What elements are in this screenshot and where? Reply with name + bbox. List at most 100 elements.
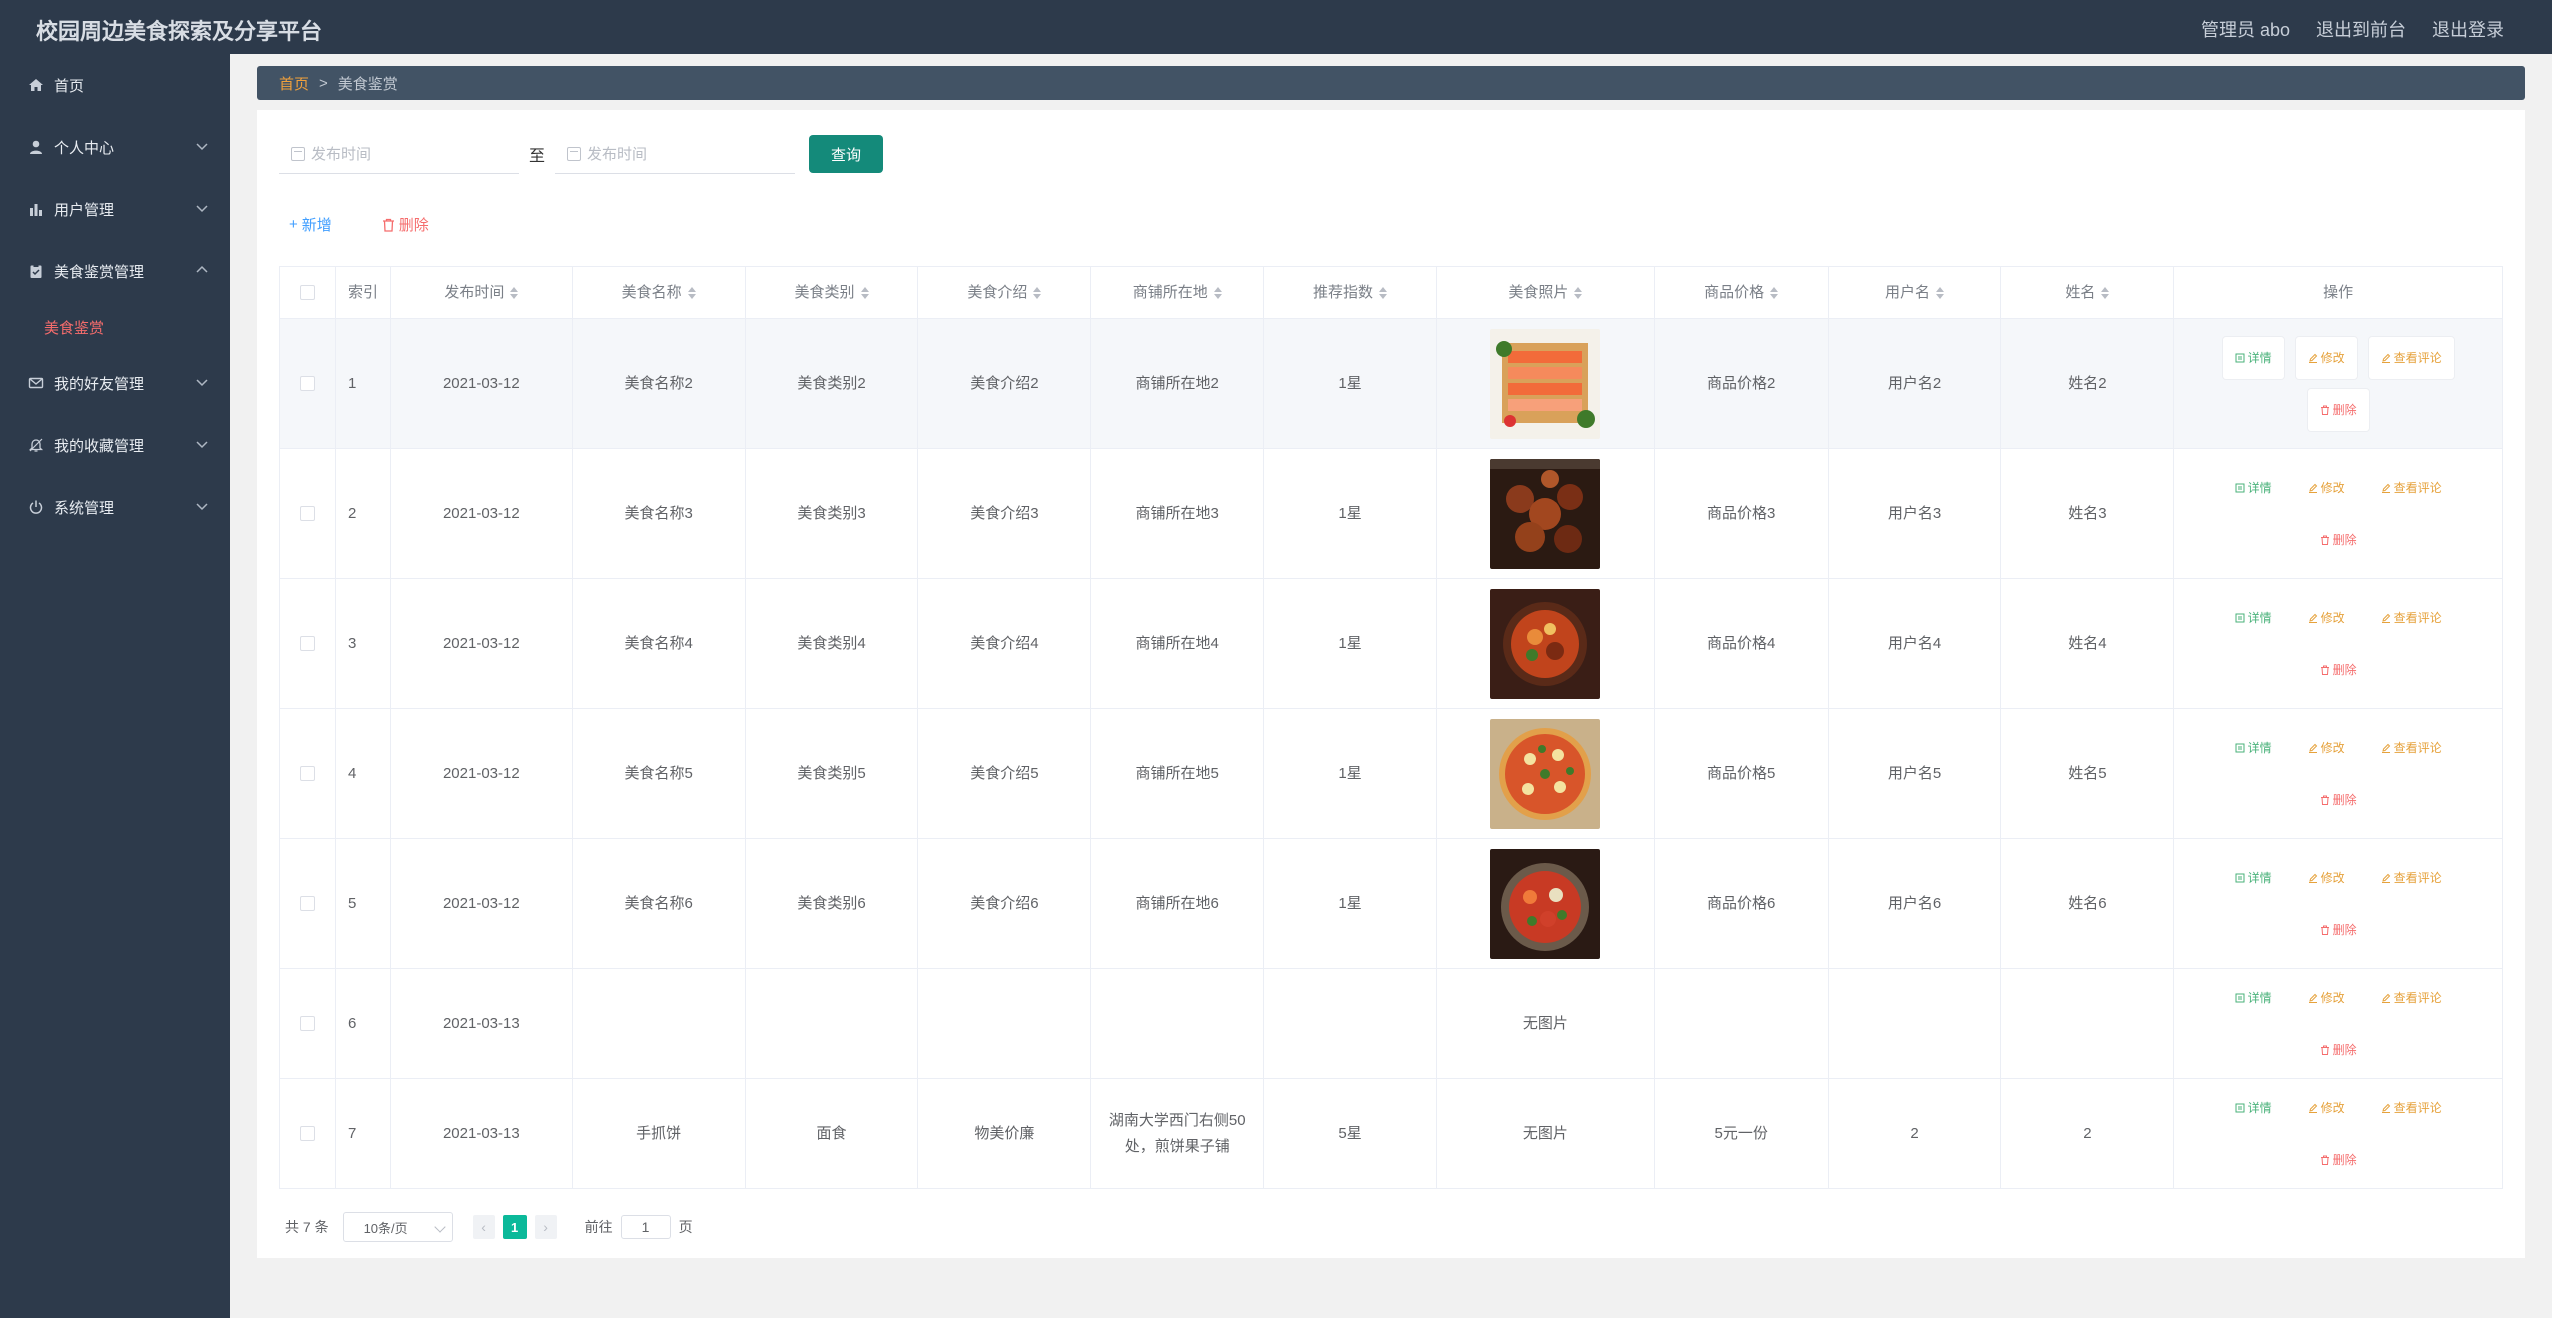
to-front-link[interactable]: 退出到前台 (2316, 16, 2406, 42)
sidebar-item-favorites[interactable]: 我的收藏管理 (0, 414, 230, 476)
sidebar-item-system[interactable]: 系统管理 (0, 476, 230, 538)
sidebar-subitem-food-review[interactable]: 美食鉴赏 (0, 302, 230, 352)
cell-food-intro: 美食介绍5 (918, 709, 1092, 839)
header-publish-date[interactable]: 发布时间 (390, 267, 573, 319)
sort-icon[interactable] (860, 286, 869, 300)
edit-button[interactable]: 修改 (2296, 467, 2357, 509)
edit-button[interactable]: 修改 (2296, 857, 2357, 899)
add-button-label: 新增 (301, 217, 332, 234)
header-realname[interactable]: 姓名 (2001, 267, 2175, 319)
row-checkbox[interactable] (299, 636, 315, 651)
header-food-name[interactable]: 美食名称 (572, 267, 746, 319)
food-photo-chili-dish[interactable] (1490, 848, 1601, 959)
view-comments-button[interactable]: 查看评论 (2369, 727, 2454, 769)
end-date-input[interactable]: 发布时间 (555, 134, 796, 174)
detail-button[interactable]: 详情 (2223, 597, 2284, 639)
sort-icon[interactable] (510, 286, 519, 300)
sort-icon[interactable] (687, 286, 696, 300)
header-rating[interactable]: 推荐指数 (1264, 267, 1437, 319)
detail-button[interactable]: 详情 (2223, 977, 2284, 1019)
cell-text: 7 (347, 1124, 357, 1142)
delete-button[interactable]: 删除 (2308, 519, 2369, 561)
goto-page-input[interactable] (620, 1215, 671, 1239)
view-comments-button[interactable]: 查看评论 (2369, 467, 2454, 509)
start-date-input[interactable]: 发布时间 (279, 134, 519, 174)
sort-icon[interactable] (2101, 286, 2110, 300)
food-photo-pizza[interactable] (1490, 718, 1601, 829)
sidebar-item-personal[interactable]: 个人中心 (0, 116, 230, 178)
edit-button[interactable]: 修改 (2296, 1087, 2357, 1129)
edit-button[interactable]: 修改 (2296, 727, 2357, 769)
next-page-button[interactable]: › (534, 1215, 557, 1239)
cell-food-category: 美食类别2 (745, 319, 919, 449)
table-row: 2 2021-03-12 美食名称3 美食类别3 美食介绍3 商铺所在地3 1星 商品价格3 用… (280, 449, 2503, 579)
row-checkbox[interactable] (299, 1016, 315, 1031)
row-checkbox[interactable] (299, 376, 315, 391)
header-food-category[interactable]: 美食类别 (745, 267, 919, 319)
pencil-icon (2381, 613, 2390, 623)
cell-text: 美食类别4 (797, 634, 866, 652)
sort-icon[interactable] (1936, 286, 1945, 300)
row-checkbox[interactable] (299, 766, 315, 781)
page-number-current[interactable]: 1 (502, 1215, 527, 1239)
cell-text: 美食介绍6 (970, 894, 1039, 912)
prev-page-button[interactable]: ‹ (472, 1215, 495, 1239)
breadcrumb-home[interactable]: 首页 (279, 73, 309, 94)
delete-button[interactable]: 删除 (2308, 1029, 2369, 1071)
query-button[interactable]: 查询 (809, 135, 884, 173)
sidebar-item-home[interactable]: 首页 (0, 54, 230, 116)
sort-icon[interactable] (1213, 286, 1222, 300)
detail-button[interactable]: 详情 (2222, 336, 2284, 379)
sidebar-item-food-review[interactable]: 美食鉴赏管理 (0, 240, 230, 302)
delete-button[interactable]: 删除 (2308, 779, 2369, 821)
delete-button[interactable]: 删除 (2308, 1139, 2369, 1181)
food-photo-sashimi[interactable] (1490, 328, 1601, 439)
edit-button[interactable]: 修改 (2295, 336, 2357, 379)
delete-button[interactable]: 删除 (2308, 909, 2369, 951)
detail-button[interactable]: 详情 (2223, 857, 2284, 899)
sidebar-item-label: 我的收藏管理 (54, 437, 145, 455)
cell-text: 商品价格3 (1707, 504, 1776, 522)
view-comments-button[interactable]: 查看评论 (2369, 857, 2454, 899)
sort-icon[interactable] (1770, 286, 1779, 300)
view-comments-button[interactable]: 查看评论 (2369, 1087, 2454, 1129)
header-shop-location[interactable]: 商铺所在地 (1091, 267, 1265, 319)
header-label: 索引 (347, 283, 378, 301)
food-photo-skewers[interactable] (1490, 458, 1601, 569)
header-label: 美食介绍 (967, 283, 1028, 301)
delete-button[interactable]: 删除 (2307, 388, 2369, 431)
view-comments-button[interactable]: 查看评论 (2369, 597, 2454, 639)
header-price[interactable]: 商品价格 (1654, 267, 1829, 319)
table-row: 5 2021-03-12 美食名称6 美食类别6 美食介绍6 商铺所在地6 1星 商品价格6 用… (280, 839, 2503, 969)
detail-button[interactable]: 详情 (2223, 467, 2284, 509)
view-comments-button-label: 查看评论 (2393, 350, 2442, 365)
logout-link[interactable]: 退出登录 (2432, 16, 2504, 42)
sidebar-item-users[interactable]: 用户管理 (0, 178, 230, 240)
row-checkbox[interactable] (299, 896, 315, 911)
add-button[interactable]: + 新增 (279, 206, 342, 243)
page-size-select[interactable]: 10条/页 (342, 1212, 453, 1242)
sort-icon[interactable] (1033, 286, 1042, 300)
detail-button[interactable]: 详情 (2223, 727, 2284, 769)
sidebar-item-friends[interactable]: 我的好友管理 (0, 352, 230, 414)
edit-button-label: 修改 (2320, 990, 2345, 1005)
delete-button[interactable]: 删除 (2308, 649, 2369, 691)
edit-button[interactable]: 修改 (2296, 597, 2357, 639)
delete-button-label: 删除 (2332, 792, 2357, 807)
header-username[interactable]: 用户名 (1828, 267, 2002, 319)
header-food-photo[interactable]: 美食照片 (1436, 267, 1655, 319)
sort-icon[interactable] (1574, 286, 1583, 300)
select-all-checkbox[interactable] (299, 285, 315, 300)
food-photo-stew[interactable] (1490, 588, 1601, 699)
detail-button[interactable]: 详情 (2223, 1087, 2284, 1129)
batch-delete-button[interactable]: 删除 (372, 206, 439, 243)
view-comments-button[interactable]: 查看评论 (2369, 977, 2454, 1019)
cell-text: 2 (1910, 1124, 1919, 1142)
edit-button[interactable]: 修改 (2296, 977, 2357, 1019)
row-checkbox[interactable] (299, 1126, 315, 1141)
view-comments-button[interactable]: 查看评论 (2368, 336, 2454, 379)
row-checkbox[interactable] (299, 506, 315, 521)
sort-icon[interactable] (1379, 286, 1388, 300)
header-food-intro[interactable]: 美食介绍 (918, 267, 1092, 319)
cell-text: 2021-03-13 (442, 1014, 520, 1032)
